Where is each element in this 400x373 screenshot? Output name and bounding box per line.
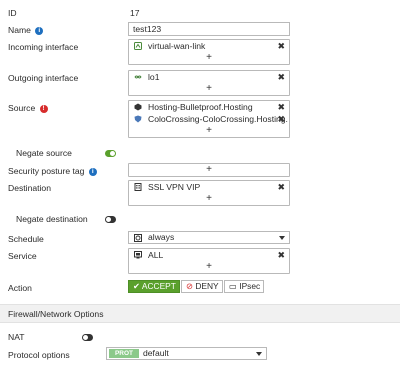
remove-icon[interactable]: ✖ bbox=[277, 113, 285, 125]
source-field[interactable]: Hosting-Bulletproof.Hosting ✖ ColoCrossi… bbox=[128, 100, 290, 138]
negate-destination-label: Negate destination bbox=[16, 214, 88, 224]
schedule-value: always bbox=[148, 232, 175, 242]
ipsec-icon: ▭ bbox=[229, 281, 237, 291]
isdb-icon bbox=[134, 103, 142, 111]
isdb-icon bbox=[134, 115, 142, 123]
negate-source-label: Negate source bbox=[16, 148, 72, 158]
source-entry[interactable]: Hosting-Bulletproof.Hosting ✖ bbox=[129, 101, 289, 113]
remove-icon[interactable]: ✖ bbox=[277, 249, 285, 261]
source-entry[interactable]: ColoCrossing-ColoCrossing.Hosting. ✖ bbox=[129, 113, 289, 125]
remove-icon[interactable]: ✖ bbox=[277, 40, 285, 52]
action-label: Action bbox=[8, 283, 32, 293]
outgoing-interface-field[interactable]: lo1 ✖ + bbox=[128, 70, 290, 96]
schedule-label: Schedule bbox=[8, 234, 44, 244]
destination-label: Destination bbox=[8, 183, 51, 193]
add-outgoing-interface-button[interactable]: + bbox=[129, 83, 289, 95]
destination-entry[interactable]: SSL VPN VIP ✖ bbox=[129, 181, 289, 193]
negate-source-toggle[interactable] bbox=[105, 150, 116, 157]
id-label: ID bbox=[8, 8, 17, 18]
add-destination-button[interactable]: + bbox=[129, 193, 289, 205]
remove-icon[interactable]: ✖ bbox=[277, 101, 285, 113]
nat-toggle[interactable] bbox=[82, 334, 93, 341]
address-icon bbox=[134, 183, 142, 191]
source-label-text: Source bbox=[8, 103, 36, 113]
security-posture-tag-field[interactable]: + bbox=[128, 163, 290, 177]
incoming-interface-label: Incoming interface bbox=[8, 42, 79, 52]
chevron-down-icon bbox=[256, 352, 262, 356]
remove-icon[interactable]: ✖ bbox=[277, 181, 285, 193]
source-label: Source ! bbox=[8, 103, 48, 114]
add-incoming-interface-button[interactable]: + bbox=[129, 52, 289, 64]
protocol-options-select[interactable]: PROT default bbox=[106, 347, 267, 360]
chevron-down-icon bbox=[279, 236, 285, 240]
add-security-posture-tag-button[interactable]: + bbox=[129, 164, 289, 176]
protocol-options-value: default bbox=[143, 348, 169, 358]
nat-label: NAT bbox=[8, 332, 25, 342]
deny-icon: ⊘ bbox=[186, 281, 194, 291]
check-icon: ✔ bbox=[133, 281, 141, 291]
name-label: Name i bbox=[8, 25, 44, 36]
action-deny-button[interactable]: ⊘ DENY bbox=[181, 280, 223, 293]
source-entry-text: Hosting-Bulletproof.Hosting bbox=[148, 102, 253, 112]
id-value: 17 bbox=[130, 8, 140, 18]
add-source-button[interactable]: + bbox=[129, 125, 289, 137]
source-entry-text: ColoCrossing-ColoCrossing.Hosting. bbox=[148, 114, 288, 124]
remove-icon[interactable]: ✖ bbox=[277, 71, 285, 83]
service-label: Service bbox=[8, 251, 37, 261]
info-icon[interactable]: i bbox=[35, 26, 44, 35]
negate-destination-toggle[interactable] bbox=[105, 216, 116, 223]
loopback-icon bbox=[134, 75, 142, 79]
sd-wan-icon bbox=[134, 42, 142, 50]
action-ipsec-button[interactable]: ▭ IPsec bbox=[224, 280, 264, 293]
protocol-options-label: Protocol options bbox=[8, 350, 70, 360]
service-icon bbox=[134, 251, 142, 259]
destination-entry-text: SSL VPN VIP bbox=[148, 182, 201, 192]
service-field[interactable]: ALL ✖ + bbox=[128, 248, 290, 274]
incoming-interface-field[interactable]: virtual-wan-link ✖ + bbox=[128, 39, 290, 65]
protocol-badge: PROT bbox=[109, 349, 139, 358]
firewall-network-options-section: Firewall/Network Options bbox=[0, 304, 400, 323]
name-label-text: Name bbox=[8, 25, 31, 35]
service-entry[interactable]: ALL ✖ bbox=[129, 249, 289, 261]
destination-field[interactable]: SSL VPN VIP ✖ + bbox=[128, 180, 290, 206]
outgoing-interface-entry[interactable]: lo1 ✖ bbox=[129, 71, 289, 83]
outgoing-interface-label: Outgoing interface bbox=[8, 73, 79, 83]
add-service-button[interactable]: + bbox=[129, 261, 289, 273]
outgoing-interface-entry-text: lo1 bbox=[148, 72, 160, 82]
security-posture-tag-label-text: Security posture tag bbox=[8, 166, 85, 176]
warning-info-icon[interactable]: ! bbox=[39, 104, 48, 113]
action-accept-button[interactable]: ✔ ACCEPT bbox=[128, 280, 180, 293]
action-deny-label: DENY bbox=[195, 281, 219, 291]
action-ipsec-label: IPsec bbox=[239, 281, 261, 291]
service-entry-text: ALL bbox=[148, 250, 164, 260]
incoming-interface-entry-text: virtual-wan-link bbox=[148, 41, 206, 51]
action-accept-label: ACCEPT bbox=[141, 281, 176, 291]
schedule-icon bbox=[134, 234, 142, 242]
schedule-select[interactable]: always bbox=[128, 231, 290, 244]
name-input[interactable]: test123 bbox=[128, 22, 290, 36]
security-posture-tag-label: Security posture tag i bbox=[8, 166, 97, 177]
incoming-interface-entry[interactable]: virtual-wan-link ✖ bbox=[129, 40, 289, 52]
section-title: Firewall/Network Options bbox=[8, 309, 104, 319]
info-icon[interactable]: i bbox=[88, 167, 97, 176]
